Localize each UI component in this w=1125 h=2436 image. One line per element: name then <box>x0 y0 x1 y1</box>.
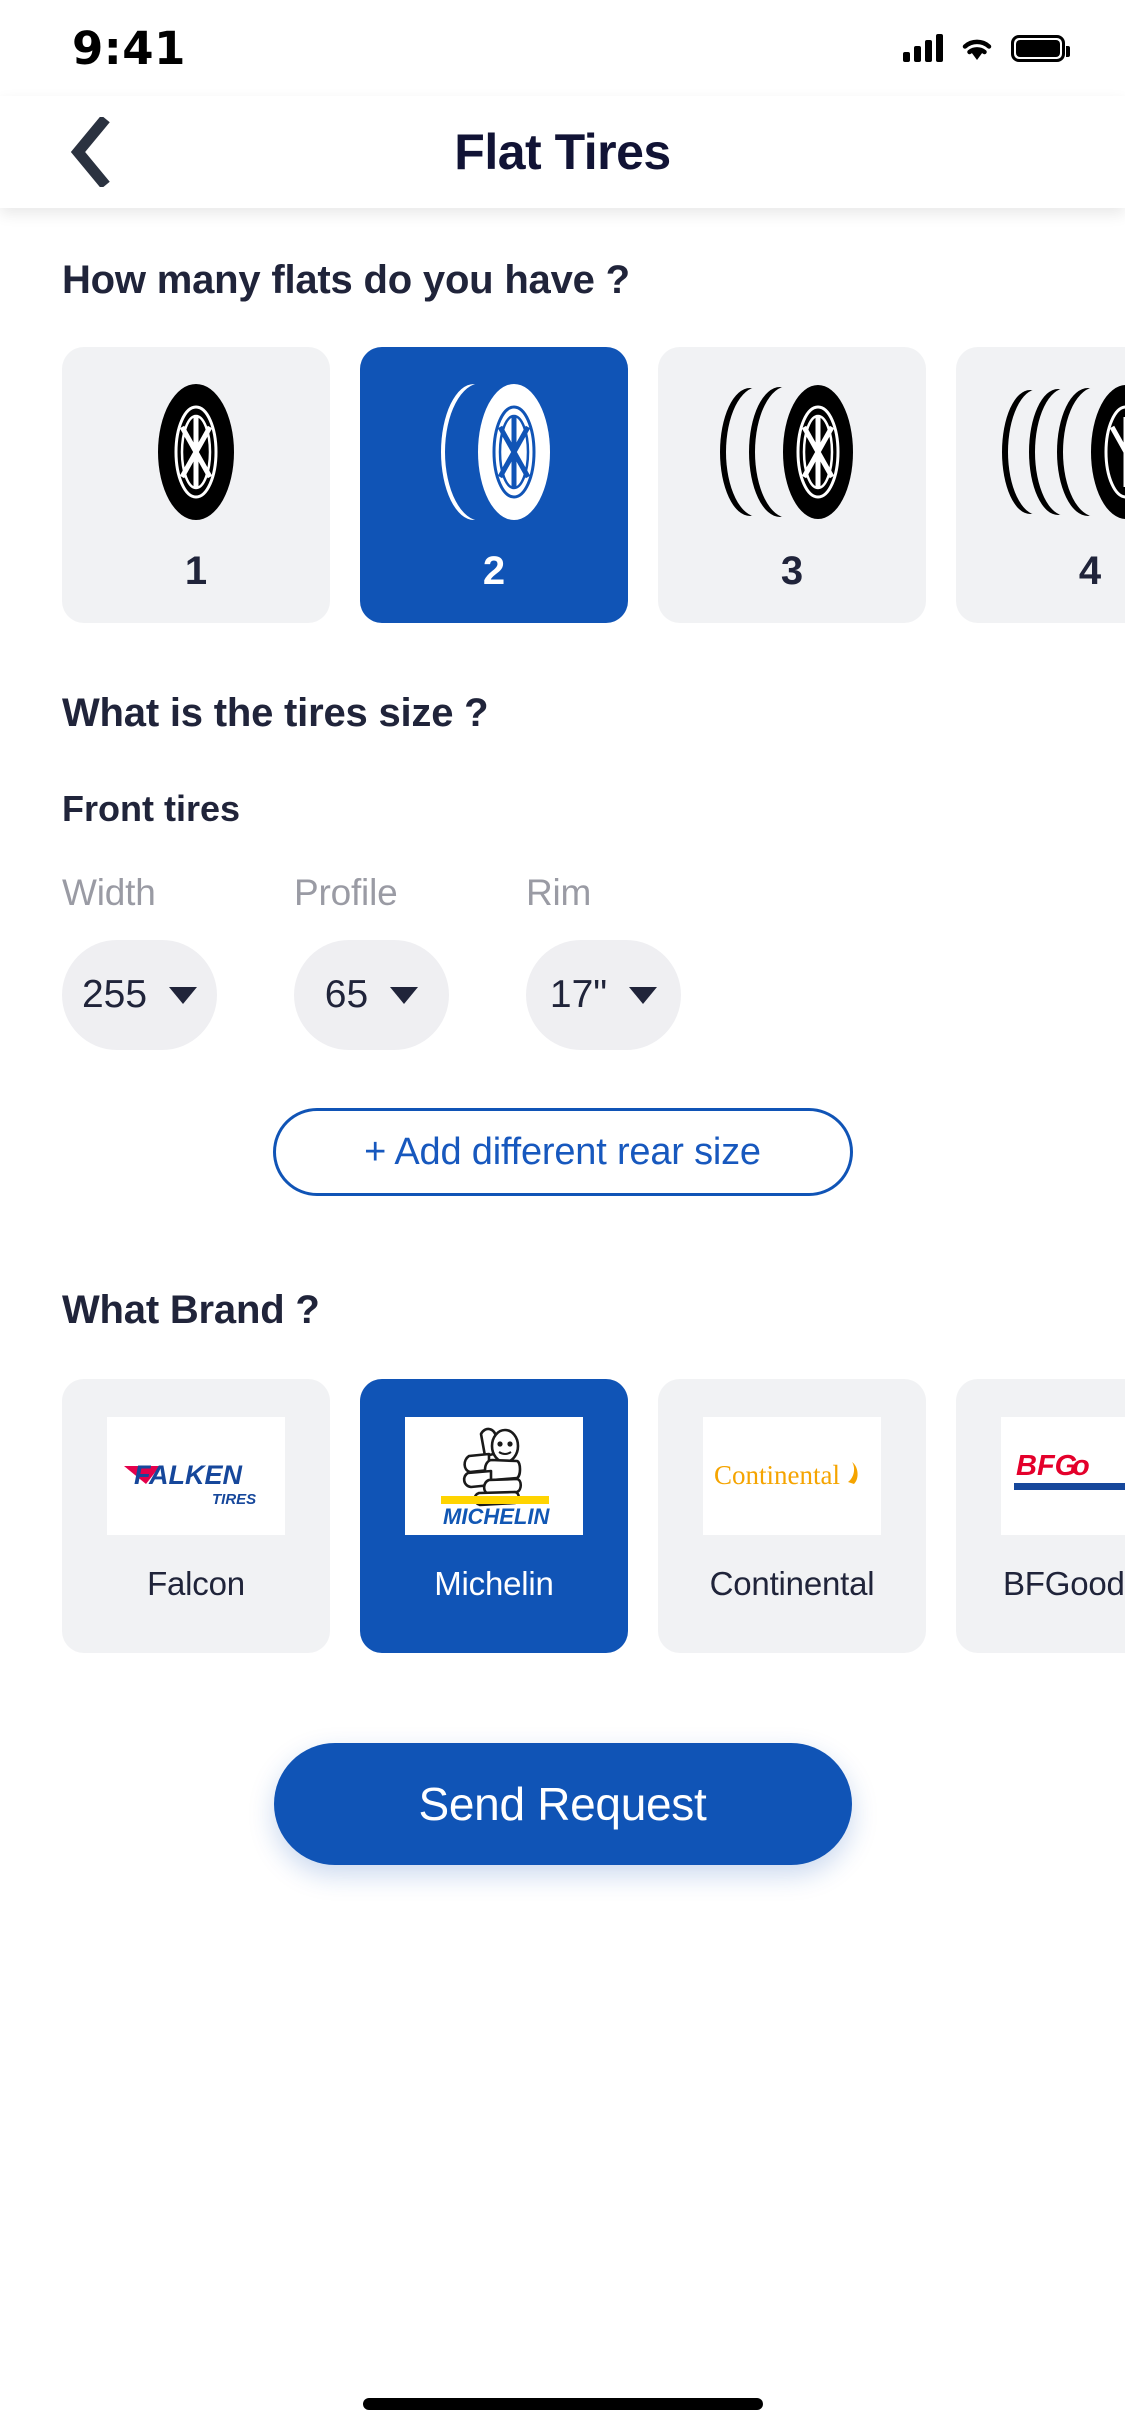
continental-logo: Continental <box>703 1417 881 1535</box>
flats-option-4[interactable]: 4 <box>956 347 1125 623</box>
profile-value: 65 <box>324 973 369 1016</box>
profile-caption: Profile <box>294 872 398 913</box>
flats-option-list[interactable]: 1 2 3 4 <box>0 347 1125 623</box>
michelin-logo: MICHELIN <box>405 1417 583 1535</box>
chevron-down-icon <box>169 986 198 1004</box>
profile-field-group: Profile 65 <box>294 872 526 1050</box>
page-title: Flat Tires <box>454 124 671 180</box>
width-field-group: Width 255 <box>62 872 294 1050</box>
three-tires-icon <box>702 377 882 527</box>
brand-option-michelin[interactable]: MICHELIN Michelin <box>360 1379 628 1653</box>
brand-label: Falcon <box>147 1565 245 1602</box>
brand-option-list[interactable]: FALKEN TIRES Falcon MICHELIN Michelin Co… <box>0 1379 1125 1653</box>
profile-dropdown[interactable]: 65 <box>294 940 449 1050</box>
brand-label: BFGoodrich <box>1002 1565 1125 1602</box>
brand-label: Continental <box>709 1565 875 1602</box>
chevron-down-icon <box>390 986 419 1004</box>
add-rear-size-button[interactable]: + Add different rear size <box>272 1108 853 1196</box>
flats-option-label: 2 <box>482 548 506 593</box>
brand-option-bfgoodrich[interactable]: BFG o BFGoodrich <box>956 1379 1125 1653</box>
svg-text:MICHELIN: MICHELIN <box>443 1504 550 1529</box>
svg-text:Continental: Continental <box>714 1460 840 1490</box>
scroll-content: How many flats do you have ? 1 2 3 4 Wha… <box>0 208 1125 2436</box>
status-bar: 9:41 <box>0 0 1125 96</box>
brand-question: What Brand ? <box>62 1288 320 1332</box>
flats-question: How many flats do you have ? <box>62 258 630 302</box>
flats-option-2[interactable]: 2 <box>360 347 628 623</box>
rim-dropdown[interactable]: 17" <box>526 940 681 1050</box>
chevron-left-icon <box>68 117 112 187</box>
bfgoodrich-logo: BFG o <box>1001 1417 1125 1535</box>
rim-caption: Rim <box>526 872 592 913</box>
size-field-row: Width 255 Profile 65 Rim 17" <box>0 872 1125 1050</box>
back-button[interactable] <box>40 96 140 208</box>
brand-label: Michelin <box>434 1565 554 1602</box>
home-indicator <box>362 2398 763 2410</box>
svg-text:BFG: BFG <box>1016 1450 1077 1482</box>
size-question: What is the tires size ? <box>62 691 489 735</box>
four-tires-icon <box>990 377 1125 527</box>
cellular-bars-icon <box>903 34 943 62</box>
width-caption: Width <box>62 872 156 913</box>
width-dropdown[interactable]: 255 <box>62 940 217 1050</box>
svg-text:TIRES: TIRES <box>212 1491 256 1508</box>
chevron-down-icon <box>629 986 658 1004</box>
brand-option-falcon[interactable]: FALKEN TIRES Falcon <box>62 1379 330 1653</box>
rim-field-group: Rim 17" <box>526 872 758 1050</box>
flats-option-1[interactable]: 1 <box>62 347 330 623</box>
navigation-bar: Flat Tires <box>0 96 1125 208</box>
send-request-button[interactable]: Send Request <box>273 1743 852 1865</box>
width-value: 255 <box>81 973 148 1016</box>
flats-option-label: 1 <box>184 548 208 593</box>
one-tire-icon <box>136 377 256 527</box>
battery-full-icon <box>1011 34 1070 62</box>
phone-screen: 9:41 Flat Tires How many flats do you ha… <box>0 0 1125 2436</box>
front-tires-label: Front tires <box>62 788 241 829</box>
flats-option-3[interactable]: 3 <box>658 347 926 623</box>
status-icons <box>903 34 1070 62</box>
rim-value: 17" <box>549 973 608 1016</box>
two-tires-icon <box>419 377 569 527</box>
falken-tires-logo: FALKEN TIRES <box>107 1417 285 1535</box>
status-time: 9:41 <box>72 21 186 75</box>
brand-option-continental[interactable]: Continental Continental <box>658 1379 926 1653</box>
svg-text:FALKEN: FALKEN <box>134 1460 243 1490</box>
flats-option-label: 3 <box>780 548 804 593</box>
svg-text:o: o <box>1072 1450 1090 1482</box>
flats-option-label: 4 <box>1078 548 1102 593</box>
wifi-icon <box>959 34 995 62</box>
